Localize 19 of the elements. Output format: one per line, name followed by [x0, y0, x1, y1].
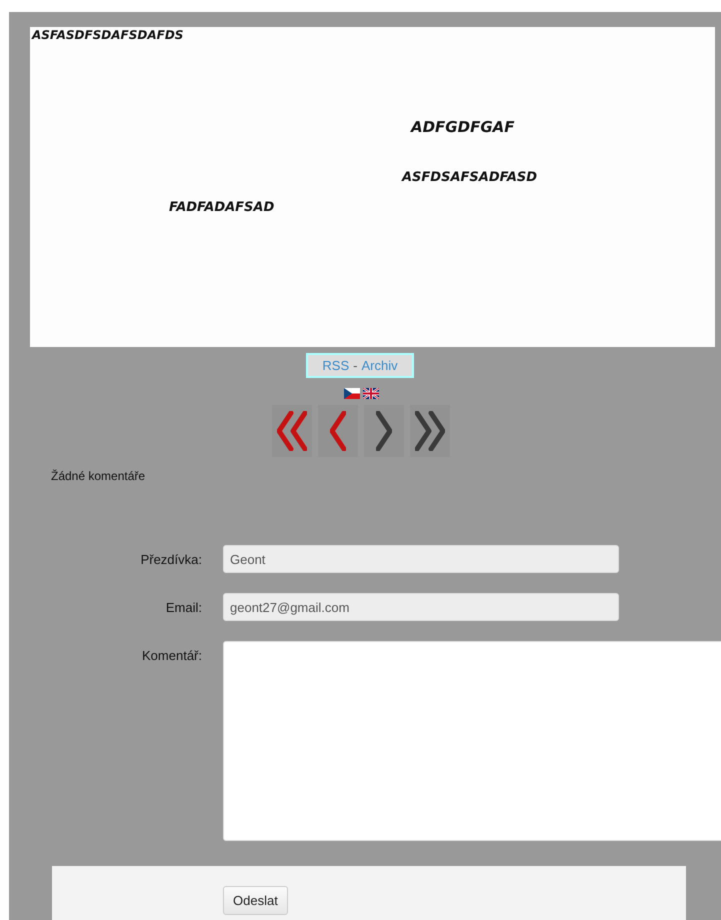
canvas-text: ADFGDFGAF	[411, 118, 514, 136]
submit-button[interactable]: Odeslat	[223, 886, 288, 915]
separator: -	[353, 358, 358, 373]
previous-page-button[interactable]	[318, 405, 358, 457]
next-page-button[interactable]	[364, 405, 404, 457]
last-page-button[interactable]	[410, 405, 450, 457]
canvas-text: ASFASDFSDAFSDAFDS	[32, 28, 184, 42]
first-page-button[interactable]	[272, 405, 312, 457]
input-field[interactable]: geont27@gmail.com	[223, 593, 619, 621]
field-label: Komentář:	[141, 647, 202, 665]
czech-flag-icon[interactable]	[344, 388, 360, 399]
canvas-text: ASFDSAFSADFASD	[402, 170, 538, 185]
input-field[interactable]: Geont	[223, 545, 619, 573]
comments-status: Žádné komentáře	[51, 469, 146, 483]
uk-flag-icon[interactable]	[362, 388, 378, 399]
field-label: Email:	[164, 599, 202, 617]
canvas-text: FADFADAFSAD	[169, 200, 274, 215]
comment-field[interactable]	[223, 641, 721, 841]
field-label: Přezdívka:	[140, 551, 202, 569]
